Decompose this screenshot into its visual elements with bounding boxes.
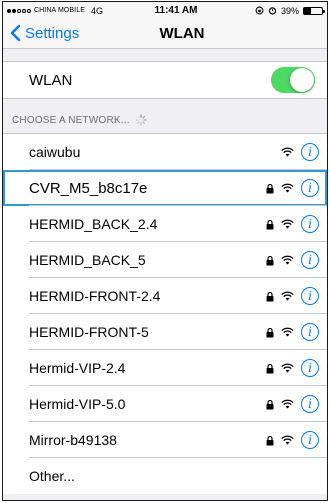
info-icon[interactable]: i bbox=[301, 323, 319, 341]
lock-icon bbox=[266, 219, 274, 229]
battery-icon bbox=[303, 6, 325, 15]
wlan-toggle-row: WLAN bbox=[3, 61, 327, 99]
lock-icon bbox=[266, 255, 274, 265]
status-left: CHINA MOBILE 4G bbox=[7, 6, 117, 16]
wifi-icon bbox=[281, 363, 294, 373]
status-right: 39% bbox=[255, 5, 325, 16]
wifi-icon bbox=[281, 147, 294, 157]
signal-strength-icon bbox=[7, 8, 31, 13]
info-icon[interactable]: i bbox=[301, 431, 319, 449]
lock-icon bbox=[266, 291, 274, 301]
info-icon[interactable]: i bbox=[301, 251, 319, 269]
wifi-icon bbox=[281, 291, 294, 301]
network-name: Mirror-b49138 bbox=[29, 432, 117, 448]
info-icon[interactable]: i bbox=[301, 287, 319, 305]
network-list: caiwubu i CVR_M5_b8c17e i HERMID_BACK_2.… bbox=[3, 133, 327, 494]
other-network-label: Other... bbox=[29, 468, 75, 484]
phone-screen: CHINA MOBILE 4G 11:41 AM 39% Settings WL… bbox=[2, 1, 328, 501]
network-row[interactable]: Mirror-b49138 i bbox=[3, 422, 327, 458]
network-row[interactable]: HERMID-FRONT-5 i bbox=[3, 314, 327, 350]
info-icon[interactable]: i bbox=[301, 215, 319, 233]
wifi-icon bbox=[281, 183, 294, 193]
wlan-label: WLAN bbox=[29, 71, 73, 89]
chevron-left-icon bbox=[10, 24, 21, 42]
wifi-icon bbox=[281, 255, 294, 265]
network-name: CVR_M5_b8c17e bbox=[29, 179, 148, 197]
network-row[interactable]: Hermid-VIP-2.4 i bbox=[3, 350, 327, 386]
network-row[interactable]: HERMID_BACK_5 i bbox=[3, 242, 327, 278]
navigation-bar: Settings WLAN bbox=[3, 19, 327, 49]
rotation-lock-icon bbox=[255, 6, 264, 15]
section-header: CHOOSE A NETWORK... bbox=[3, 99, 327, 133]
network-name: HERMID-FRONT-5 bbox=[29, 324, 149, 340]
battery-percent: 39% bbox=[280, 5, 299, 16]
wlan-toggle[interactable] bbox=[271, 67, 315, 93]
lock-icon bbox=[266, 399, 274, 409]
section-header-label: CHOOSE A NETWORK... bbox=[12, 115, 130, 126]
network-type: 4G bbox=[91, 5, 104, 16]
status-bar: CHINA MOBILE 4G 11:41 AM 39% bbox=[3, 2, 327, 19]
lock-icon bbox=[266, 327, 274, 337]
network-name: Hermid-VIP-2.4 bbox=[29, 360, 126, 376]
network-row[interactable]: HERMID_BACK_2.4 i bbox=[3, 206, 327, 242]
loading-spinner-icon bbox=[135, 114, 147, 126]
network-name: Hermid-VIP-5.0 bbox=[29, 396, 126, 412]
network-row[interactable]: caiwubu i bbox=[3, 134, 327, 170]
network-name: HERMID-FRONT-2.4 bbox=[29, 288, 161, 304]
network-name: caiwubu bbox=[29, 144, 81, 160]
network-row[interactable]: Hermid-VIP-5.0 i bbox=[3, 386, 327, 422]
wifi-icon bbox=[281, 219, 294, 229]
wifi-icon bbox=[281, 435, 294, 445]
wifi-icon bbox=[281, 327, 294, 337]
info-icon[interactable]: i bbox=[301, 395, 319, 413]
info-icon[interactable]: i bbox=[301, 359, 319, 377]
network-name: HERMID_BACK_5 bbox=[29, 252, 146, 268]
alarm-icon bbox=[268, 7, 277, 15]
info-icon[interactable]: i bbox=[301, 179, 319, 197]
toggle-knob bbox=[290, 68, 314, 92]
network-row[interactable]: HERMID-FRONT-2.4 i bbox=[3, 278, 327, 314]
status-time: 11:41 AM bbox=[154, 5, 198, 16]
network-name: HERMID_BACK_2.4 bbox=[29, 216, 158, 232]
carrier-name: CHINA MOBILE bbox=[34, 7, 85, 14]
wifi-icon bbox=[281, 399, 294, 409]
info-icon[interactable]: i bbox=[301, 143, 319, 161]
network-row[interactable]: CVR_M5_b8c17e i bbox=[3, 170, 327, 206]
battery-fill bbox=[304, 7, 312, 14]
lock-icon bbox=[266, 435, 274, 445]
page-title: WLAN bbox=[159, 25, 205, 42]
lock-icon bbox=[266, 363, 274, 373]
other-network-row[interactable]: Other... bbox=[3, 458, 327, 494]
lock-icon bbox=[266, 183, 274, 193]
